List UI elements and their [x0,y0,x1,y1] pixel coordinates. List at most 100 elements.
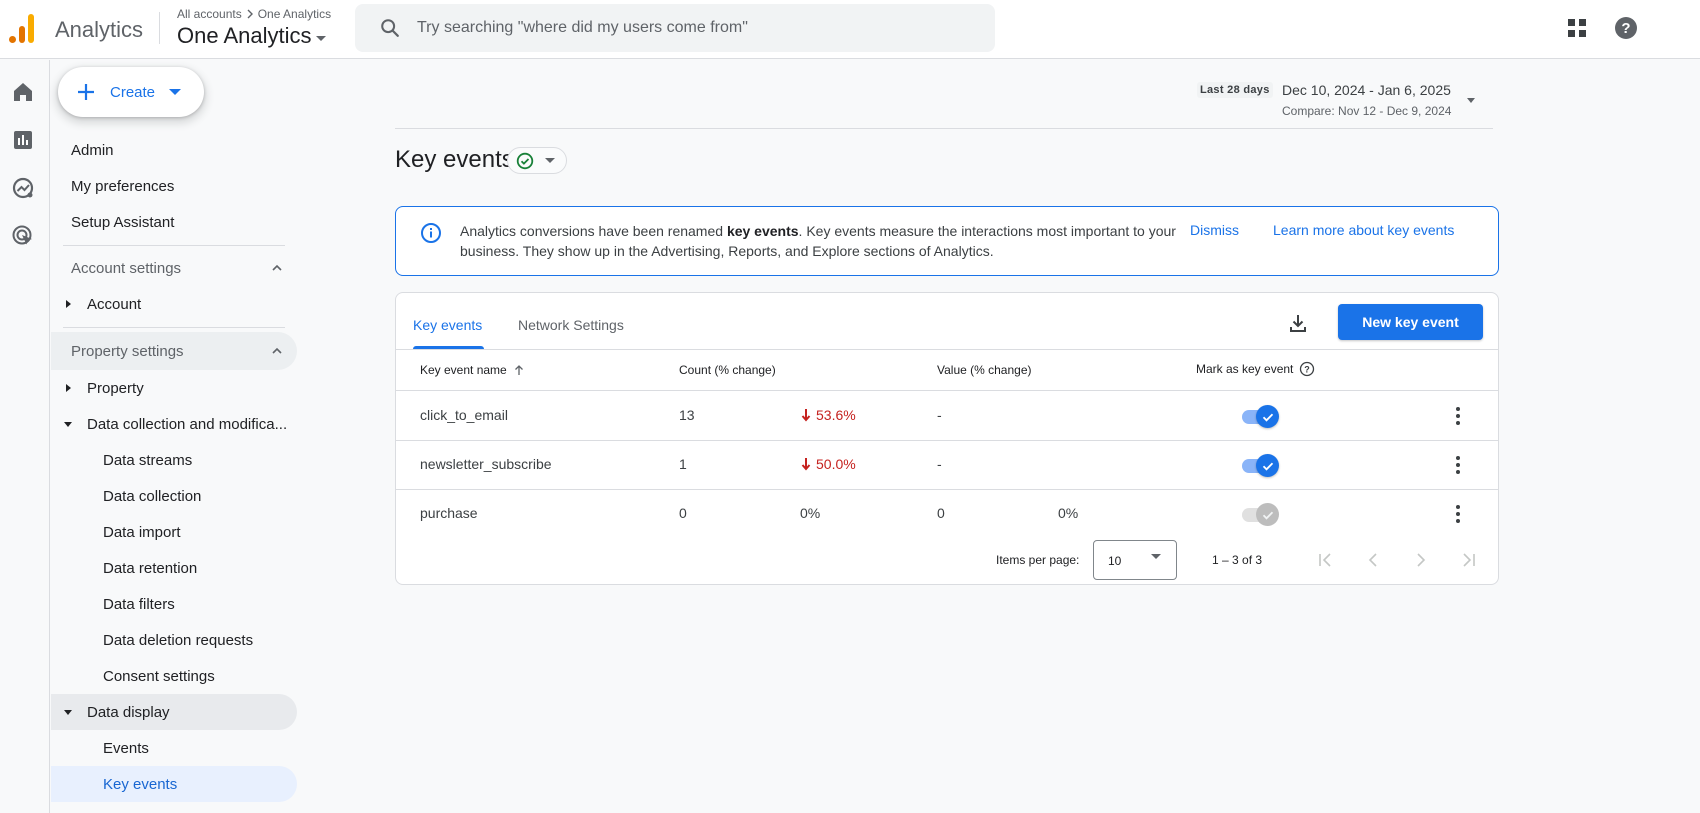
breadcrumb-all-accounts[interactable]: All accounts [177,7,242,21]
sidebar-item-label: Data collection [103,487,202,505]
sidebar-item-label: Events [103,739,149,757]
help-outline-icon[interactable]: ? [1299,361,1315,377]
breadcrumb-account[interactable]: One Analytics [258,7,331,21]
key-event-toggle[interactable] [1242,404,1280,428]
next-page-icon[interactable] [1409,548,1433,572]
table-row[interactable]: purchase 0 0% 0 0% [396,490,1498,539]
breadcrumb[interactable]: All accounts One Analytics [177,7,331,21]
sidebar-item-account[interactable]: Account [51,286,297,322]
svg-text:?: ? [1621,20,1630,37]
sidebar-section-account-settings[interactable]: Account settings [51,249,297,287]
sidebar-item-label: Data filters [103,595,175,613]
previous-page-icon[interactable] [1361,548,1385,572]
count-change-value: 50.0% [816,456,856,472]
column-label: Key event name [420,363,507,377]
help-icon[interactable]: ? [1614,16,1638,40]
sidebar-group-data-display[interactable]: Data display [51,694,297,730]
chevron-up-icon [272,264,282,271]
column-header-name[interactable]: Key event name [420,363,525,377]
sidebar-item-property[interactable]: Property [51,370,297,406]
count-change: 53.6% [801,407,856,423]
banner-message: Analytics conversions have been renamed … [460,221,1180,261]
dismiss-button[interactable]: Dismiss [1190,222,1239,238]
sidebar-divider [63,245,285,246]
svg-text:?: ? [1305,365,1311,375]
sidebar-item-admin[interactable]: Admin [51,132,297,168]
more-vert-icon[interactable] [1446,404,1470,428]
column-label: Mark as key event [1196,362,1294,376]
sort-ascending-icon[interactable] [513,364,525,376]
caret-down-icon [545,158,555,163]
sidebar-item-label: Data collection and modifica... [87,415,288,433]
count-change: 0% [800,505,821,521]
sidebar-item-data-collection[interactable]: Data collection [51,478,297,514]
search-input[interactable] [417,19,977,37]
sidebar-section-property-settings[interactable]: Property settings [51,332,297,370]
advertising-icon[interactable] [11,224,35,248]
event-name[interactable]: newsletter_subscribe [420,456,552,472]
event-count: 13 [679,407,695,423]
new-key-event-button[interactable]: New key event [1338,304,1483,340]
column-header-value[interactable]: Value (% change) [937,363,1032,377]
download-icon[interactable] [1287,312,1309,334]
last-page-icon[interactable] [1457,548,1481,572]
sidebar-item-events[interactable]: Events [51,730,297,766]
tab-network-settings[interactable]: Network Settings [518,317,624,333]
section-label: Property settings [71,342,184,360]
sidebar-item-data-retention[interactable]: Data retention [51,550,297,586]
create-button[interactable]: Create [58,67,204,117]
sidebar-item-key-events[interactable]: Key events [51,766,297,802]
first-page-icon[interactable] [1313,548,1337,572]
key-event-toggle[interactable] [1242,453,1280,477]
key-event-toggle-disabled [1242,502,1280,526]
items-per-page-select[interactable]: 10 [1093,540,1177,580]
learn-more-link[interactable]: Learn more about key events [1273,222,1454,238]
analytics-logo-icon[interactable] [9,13,37,43]
caret-down-icon[interactable] [169,89,182,95]
property-name: One Analytics [177,23,312,48]
check-circle-icon [516,152,534,169]
sidebar-item-setup-assistant[interactable]: Setup Assistant [51,204,297,240]
check-icon [1262,413,1273,422]
status-dropdown[interactable] [507,147,567,174]
check-icon [1262,511,1273,520]
table-row[interactable]: newsletter_subscribe 1 50.0% - [396,441,1498,490]
table-header: Key event name Count (% change) Value (%… [396,350,1498,391]
sidebar-item-consent-settings[interactable]: Consent settings [51,658,297,694]
explore-icon[interactable] [11,176,35,200]
date-range-text: Dec 10, 2024 - Jan 6, 2025 [1282,82,1451,98]
search-bar[interactable] [355,4,995,52]
sidebar-item-label: Property [87,379,144,397]
table-row[interactable]: click_to_email 13 53.6% - [396,392,1498,441]
chevron-right-icon [247,9,253,19]
active-tab-indicator [413,346,484,349]
more-vert-icon[interactable] [1446,502,1470,526]
event-name[interactable]: purchase [420,505,478,521]
home-icon[interactable] [11,80,35,104]
sidebar-item-label: Data streams [103,451,193,469]
sidebar-item-label: Key events [103,775,178,793]
column-header-mark: Mark as key event ? [1196,361,1315,377]
sidebar-group-data-collection[interactable]: Data collection and modifica... [51,406,297,442]
sidebar-item-my-preferences[interactable]: My preferences [51,168,297,204]
property-selector[interactable]: One Analytics [177,23,326,49]
sidebar-item-label: Account [87,295,142,313]
tab-key-events[interactable]: Key events [413,317,482,333]
sidebar-item-data-streams[interactable]: Data streams [51,442,297,478]
sidebar-item-data-filters[interactable]: Data filters [51,586,297,622]
sidebar-item-data-deletion-requests[interactable]: Data deletion requests [51,622,297,658]
header-divider [395,128,1493,129]
event-name[interactable]: click_to_email [420,407,508,423]
more-vert-icon[interactable] [1446,453,1470,477]
date-range-picker[interactable]: Last 28 days Dec 10, 2024 - Jan 6, 2025 … [1197,80,1497,126]
apps-grid-icon[interactable] [1567,18,1587,38]
sidebar-item-data-import[interactable]: Data import [51,514,297,550]
caret-down-icon[interactable] [1467,98,1475,103]
banner-text-bold: key events [726,223,799,239]
column-header-count[interactable]: Count (% change) [679,363,776,377]
event-count: 0 [679,505,687,521]
reports-icon[interactable] [11,128,35,152]
items-per-page-value: 10 [1108,554,1122,568]
info-icon [421,223,441,243]
key-events-card: Key events Network Settings New key even… [395,292,1499,585]
